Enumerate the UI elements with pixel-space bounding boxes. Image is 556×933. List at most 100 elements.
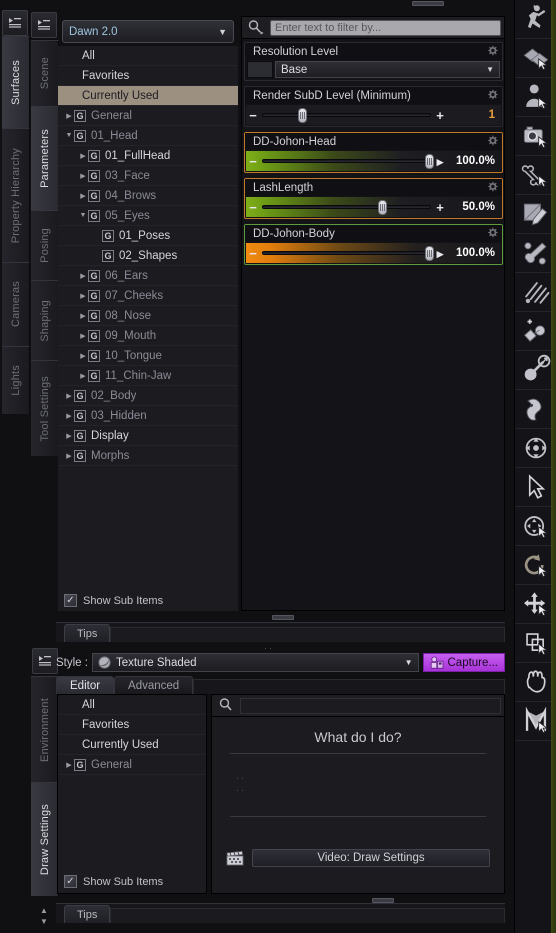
capture-button[interactable]: Capture... xyxy=(422,653,505,672)
slider-thumb[interactable] xyxy=(298,108,308,123)
toolbar-button-universal-manipulator[interactable] xyxy=(515,429,556,468)
scroll-up-arrow-icon[interactable]: ▲ xyxy=(40,906,48,915)
parameters-tree-item-row[interactable]: ▶ G 02_Body xyxy=(58,386,238,406)
vtab-draw-settings[interactable]: Draw Settings xyxy=(31,782,59,896)
parameters-tree-item-row[interactable]: ▶ G 03_Face xyxy=(58,166,238,186)
toolbar-button-active-pose[interactable] xyxy=(515,507,556,546)
scroll-down-arrow-icon[interactable]: ▼ xyxy=(40,917,48,926)
chevron-right-icon[interactable]: ▶ xyxy=(78,152,88,160)
toolbar-button-rotate[interactable] xyxy=(515,546,556,585)
ds-show-sub-items-row[interactable]: ✓ Show Sub Items xyxy=(64,875,163,888)
toolbar-button-powerpose[interactable] xyxy=(515,390,556,429)
property-slider-row[interactable]: − ▸ 100.0% xyxy=(246,151,501,171)
slider-decrement-button[interactable]: − xyxy=(246,201,260,214)
inner-pane-menu-button[interactable] xyxy=(31,12,57,38)
chevron-right-icon[interactable]: ▶ xyxy=(64,432,74,440)
gear-icon[interactable] xyxy=(487,135,498,149)
toolbar-button-surface-selection[interactable] xyxy=(515,39,556,78)
parameters-tree-item-row[interactable]: Favorites xyxy=(58,66,238,86)
slider-decrement-button[interactable]: − xyxy=(246,247,260,260)
chevron-right-icon[interactable]: ▶ xyxy=(78,192,88,200)
parameters-tree-item-row[interactable]: ▶ G 10_Tongue xyxy=(58,346,238,366)
chevron-right-icon[interactable]: ▶ xyxy=(78,272,88,280)
parameters-tree-item-row[interactable]: ▶ G 01_FullHead xyxy=(58,146,238,166)
parameters-tree-item-row[interactable]: G 02_Shapes xyxy=(58,246,238,266)
parameters-tree-item-row[interactable]: G 01_Poses xyxy=(58,226,238,246)
vtab-posing[interactable]: Posing xyxy=(31,210,59,280)
slider-value[interactable]: 100.0% xyxy=(447,247,501,259)
slider-thumb[interactable] xyxy=(378,200,388,215)
video-draw-settings-button[interactable]: Video: Draw Settings xyxy=(252,849,490,867)
gear-icon[interactable] xyxy=(487,89,498,103)
parameters-tree-item-row[interactable]: All xyxy=(58,46,238,66)
vtab-scene[interactable]: Scene xyxy=(31,40,59,106)
parameters-tree-item-row[interactable]: ▶ G Morphs xyxy=(58,446,238,466)
draw-settings-tree[interactable]: All Favorites Currently Used ▶ G General xyxy=(57,694,207,894)
toolbar-button-mesh-grabber[interactable] xyxy=(515,273,556,312)
resolution-level-combo[interactable]: Base ▼ xyxy=(275,61,500,78)
gear-icon[interactable] xyxy=(487,181,498,195)
slider-track[interactable] xyxy=(262,246,434,261)
toolbar-button-node-weight-brush[interactable] xyxy=(515,234,556,273)
parameters-tree-item-row[interactable]: ▶ G 04_Brows xyxy=(58,186,238,206)
parameters-tree-item-row[interactable]: ▶ G 03_Hidden xyxy=(58,406,238,426)
draw-settings-tree-item-row[interactable]: Favorites xyxy=(58,715,206,735)
slider-increment-button[interactable]: ▸ xyxy=(433,155,447,168)
parameters-tree-item-row[interactable]: ▼ G 01_Head xyxy=(58,126,238,146)
chevron-right-icon[interactable]: ▶ xyxy=(78,352,88,360)
slider-increment-button[interactable]: + xyxy=(433,109,447,122)
vtab-cameras[interactable]: Cameras xyxy=(2,262,30,346)
slider-decrement-button[interactable]: − xyxy=(246,155,260,168)
slider-value[interactable]: 50.0% xyxy=(447,201,501,213)
slider-decrement-button[interactable]: − xyxy=(246,109,260,122)
toolbar-button-joint-editor[interactable] xyxy=(515,312,556,351)
toolbar-button-camera-control[interactable] xyxy=(515,117,556,156)
ds-show-sub-items-checkbox[interactable]: ✓ xyxy=(64,875,77,888)
tips-tab-bottom[interactable]: Tips xyxy=(64,905,111,923)
parameters-tree-item-row[interactable]: ▶ G 11_Chin-Jaw xyxy=(58,366,238,386)
top-splitter-grip[interactable] xyxy=(412,1,444,6)
pane-scroll-arrows[interactable]: ▲ ▼ xyxy=(36,903,52,929)
toolbar-button-hand-pan[interactable] xyxy=(515,663,556,702)
vtab-surfaces[interactable]: Surfaces xyxy=(2,36,30,128)
tips-tab-top[interactable]: Tips xyxy=(64,624,111,642)
parameters-tree-item-row[interactable]: ▶ G 07_Cheeks xyxy=(58,286,238,306)
toolbar-button-scale[interactable] xyxy=(515,624,556,663)
chevron-right-icon[interactable]: ▶ xyxy=(78,332,88,340)
toolbar-button-bone-tool[interactable] xyxy=(515,156,556,195)
tab-advanced[interactable]: Advanced xyxy=(114,676,194,694)
chevron-right-icon[interactable]: ▶ xyxy=(78,172,88,180)
parameters-tree-item-row[interactable]: ▶ G 06_Ears xyxy=(58,266,238,286)
parameters-tree-item-row[interactable]: Currently Used xyxy=(58,86,238,106)
property-slider-row[interactable]: − +1 xyxy=(246,105,501,125)
vtab-lights[interactable]: Lights xyxy=(2,346,30,414)
slider-value[interactable]: 1 xyxy=(447,109,501,121)
slider-track[interactable] xyxy=(262,108,431,123)
slider-track[interactable] xyxy=(262,154,434,169)
vtab-shaping[interactable]: Shaping xyxy=(31,280,59,360)
toolbar-button-animate-figure[interactable] xyxy=(515,0,556,39)
toolbar-button-node-selection[interactable] xyxy=(515,78,556,117)
toolbar-button-pointer[interactable] xyxy=(515,468,556,507)
slider-increment-button[interactable]: + xyxy=(433,201,447,214)
search-icon[interactable] xyxy=(212,698,240,713)
help-search-input[interactable] xyxy=(240,697,501,714)
vtab-parameters[interactable]: Parameters xyxy=(31,106,59,210)
parameters-tree-item-row[interactable]: ▶ G General xyxy=(58,106,238,126)
property-swatch[interactable] xyxy=(247,61,273,78)
vtab-tool-settings[interactable]: Tool Settings xyxy=(31,360,59,456)
chevron-right-icon[interactable]: ▶ xyxy=(64,452,74,460)
tab-editor[interactable]: Editor xyxy=(56,676,115,694)
chevron-down-icon[interactable]: ▼ xyxy=(64,132,74,139)
property-slider-row[interactable]: − +50.0% xyxy=(246,197,501,217)
outer-pane-menu-button[interactable] xyxy=(2,10,28,36)
chevron-right-icon[interactable]: ▶ xyxy=(64,112,74,120)
vtab-environment[interactable]: Environment xyxy=(31,676,59,782)
toolbar-button-morph-tool[interactable] xyxy=(515,702,556,741)
gear-icon[interactable] xyxy=(487,45,498,59)
show-sub-items-checkbox[interactable]: ✓ xyxy=(64,594,77,607)
parameters-tree-item-row[interactable]: ▶ G 08_Nose xyxy=(58,306,238,326)
chevron-right-icon[interactable]: ▶ xyxy=(64,412,74,420)
figure-selector-combo[interactable]: Dawn 2.0 ▼ xyxy=(62,20,234,43)
chevron-right-icon[interactable]: ▶ xyxy=(64,761,74,769)
